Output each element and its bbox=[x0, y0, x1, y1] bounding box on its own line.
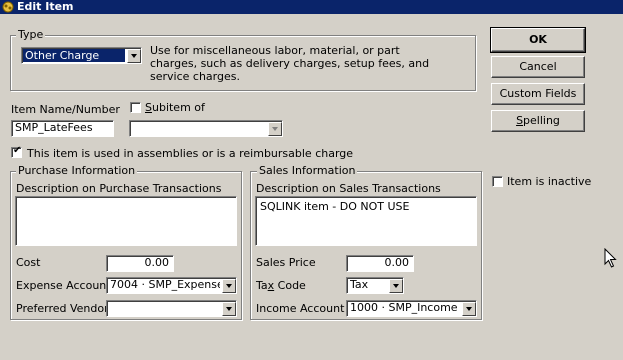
income-account-dropdown-button[interactable] bbox=[462, 302, 476, 316]
tax-code-select[interactable]: Tax bbox=[346, 277, 404, 294]
income-account-select[interactable]: 1000 · SMP_Income bbox=[346, 300, 477, 317]
ok-button[interactable]: OK bbox=[490, 27, 586, 53]
chevron-down-icon bbox=[226, 284, 232, 288]
tax-code-dropdown-button[interactable] bbox=[389, 279, 403, 293]
item-name-value: SMP_LateFees bbox=[15, 121, 93, 134]
item-type-dropdown-button[interactable] bbox=[127, 49, 141, 63]
subitem-label: Subitem of bbox=[145, 101, 205, 114]
custom-fields-button[interactable]: Custom Fields bbox=[491, 83, 585, 105]
purchase-desc-label: Description on Purchase Transactions bbox=[16, 182, 222, 195]
spelling-button-label: Spelling bbox=[516, 114, 560, 127]
title-bar[interactable]: Edit Item bbox=[0, 0, 623, 14]
cost-field[interactable]: 0.00 bbox=[106, 255, 174, 272]
income-account-label: Income Account bbox=[256, 302, 345, 315]
inactive-label: Item is inactive bbox=[507, 175, 592, 188]
sales-desc-label: Description on Sales Transactions bbox=[256, 182, 441, 195]
sales-price-value: 0.00 bbox=[384, 256, 410, 269]
purchase-description-field[interactable] bbox=[15, 196, 237, 246]
assemblies-checkbox[interactable]: ✔ bbox=[11, 145, 22, 158]
preferred-vendor-dropdown-button[interactable] bbox=[222, 302, 236, 316]
inactive-checkbox[interactable] bbox=[492, 176, 503, 187]
expense-account-value: 7004 · SMP_Expense bbox=[110, 278, 220, 291]
expense-account-label: Expense Account bbox=[16, 279, 111, 292]
spelling-button[interactable]: Spelling bbox=[491, 110, 585, 132]
preferred-vendor-select[interactable] bbox=[106, 300, 237, 317]
chevron-down-icon bbox=[393, 284, 399, 288]
cost-label: Cost bbox=[16, 256, 41, 269]
app-icon bbox=[2, 1, 14, 13]
type-description-line-2: charges, such as delivery charges, setup… bbox=[150, 57, 430, 70]
sales-price-label: Sales Price bbox=[256, 256, 316, 269]
item-name-label: Item Name/Number bbox=[11, 103, 120, 116]
subitem-select[interactable] bbox=[129, 120, 283, 137]
tax-code-value: Tax bbox=[350, 278, 369, 291]
assemblies-label: This item is used in assemblies or is a … bbox=[27, 147, 354, 160]
chevron-down-icon bbox=[272, 127, 278, 131]
expense-account-select[interactable]: 7004 · SMP_Expense bbox=[106, 277, 237, 294]
subitem-checkbox[interactable] bbox=[130, 102, 141, 113]
sales-price-field[interactable]: 0.00 bbox=[346, 255, 414, 272]
chevron-down-icon bbox=[226, 307, 232, 311]
item-type-select[interactable]: Other Charge bbox=[21, 47, 142, 64]
sales-description-value: SQLINK item - DO NOT USE bbox=[260, 200, 410, 213]
checkmark-icon: ✔ bbox=[13, 145, 22, 156]
expense-account-dropdown-button[interactable] bbox=[222, 279, 236, 293]
item-name-field[interactable]: SMP_LateFees bbox=[11, 120, 114, 137]
sales-description-field[interactable]: SQLINK item - DO NOT USE bbox=[255, 196, 477, 246]
tax-code-label: Tax Code bbox=[256, 279, 306, 292]
chevron-down-icon bbox=[131, 54, 137, 58]
chevron-down-icon bbox=[466, 307, 472, 311]
cancel-button[interactable]: Cancel bbox=[491, 56, 585, 78]
mouse-cursor-icon bbox=[604, 248, 617, 268]
purchase-group-legend: Purchase Information bbox=[16, 164, 138, 177]
window-title: Edit Item bbox=[17, 0, 74, 13]
item-type-value: Other Charge bbox=[23, 49, 125, 62]
subitem-dropdown-button[interactable] bbox=[268, 122, 282, 136]
type-group-legend: Type bbox=[16, 28, 46, 41]
cost-value: 0.00 bbox=[144, 256, 170, 269]
preferred-vendor-label: Preferred Vendor bbox=[16, 302, 109, 315]
type-description-line-1: Use for miscellaneous labor, material, o… bbox=[150, 44, 400, 57]
income-account-value: 1000 · SMP_Income bbox=[350, 301, 458, 314]
type-description-line-3: service charges. bbox=[150, 70, 240, 83]
sales-group-legend: Sales Information bbox=[257, 164, 358, 177]
